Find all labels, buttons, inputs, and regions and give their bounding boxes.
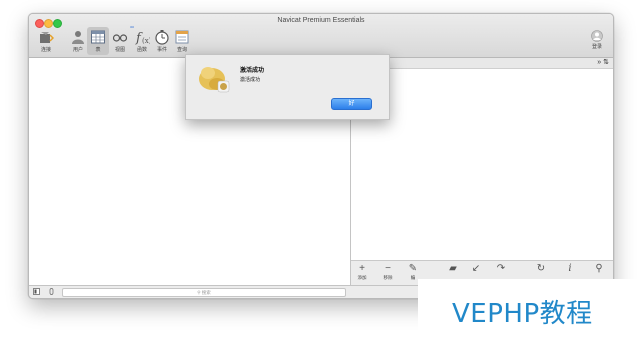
minus-icon: − (385, 263, 391, 274)
avatar-icon (591, 30, 603, 42)
toolbar-event-button[interactable]: 事件 (151, 27, 173, 55)
svg-text:(x): (x) (142, 37, 150, 45)
ok-button[interactable]: 好 (331, 98, 372, 110)
remove-button[interactable]: − 移除 (380, 262, 396, 281)
connection-icon (40, 32, 54, 43)
login-label: 登录 (591, 44, 602, 50)
function-icon: f (x) (135, 31, 150, 45)
toolbar-query-button[interactable]: 查询 (171, 27, 193, 55)
toolbar-label: 函数 (136, 47, 147, 53)
window-title: Navicat Premium Essentials (277, 17, 365, 24)
import-icon: ↙ (471, 263, 481, 274)
object-tools[interactable]: » ⇅ (597, 58, 609, 68)
object-tab-bar: 对象 » ⇅ (351, 58, 613, 69)
magnifier-icon: ⚲ (595, 263, 603, 274)
table-icon (91, 30, 105, 44)
login-button[interactable]: 登录 (587, 30, 607, 50)
toolbar-function-button[interactable]: f (x) 函数 (131, 27, 153, 55)
info-button[interactable]: i (562, 262, 578, 275)
edit-label: 编 (410, 275, 416, 280)
search-objects-button[interactable]: ⚲ (591, 262, 607, 275)
user-icon (72, 31, 84, 44)
share-button[interactable]: ↷ (493, 262, 509, 275)
title-bar: Navicat Premium Essentials 连接 用户 表 oo 视图… (29, 14, 613, 58)
info-icon: i (568, 263, 572, 274)
add-button[interactable]: + 添加 (354, 262, 370, 281)
plus-icon: + (359, 263, 365, 274)
toolbar-user-button[interactable]: 用户 (67, 27, 89, 55)
sidebar-toggle-icon (33, 288, 40, 295)
folder-icon: ▰ (449, 263, 457, 274)
watermark-text: VEPHP教程 (452, 299, 593, 329)
dialog-message: 激活成功 (240, 77, 261, 83)
event-clock-icon (155, 30, 169, 45)
search-placeholder: 搜索 (201, 290, 211, 295)
import-button[interactable]: ↙ (468, 262, 484, 275)
toolbar-table-button[interactable]: 表 (87, 27, 109, 55)
toolbar-label: 用户 (72, 47, 83, 53)
search-input[interactable]: ⚲ 搜索 (62, 288, 346, 297)
add-label: 添加 (357, 275, 367, 280)
sidebar-toggle-button[interactable] (33, 288, 40, 295)
open-folder-button[interactable]: ▰ (445, 262, 461, 275)
remove-label: 移除 (383, 275, 393, 280)
toolbar-label: 查询 (176, 47, 187, 53)
refresh-icon: ↻ (536, 263, 546, 274)
pencil-icon: ✎ (408, 263, 418, 274)
refresh-button[interactable]: ↻ (533, 262, 549, 275)
toolbar-label: 表 (95, 47, 101, 53)
toolbar-label: 事件 (156, 47, 167, 53)
toolbar-label: 视图 (114, 47, 125, 53)
toolbar-label: 连接 (40, 47, 51, 53)
navicat-app-icon (199, 67, 230, 93)
toolbar-view-button[interactable]: oo 视图 (109, 25, 134, 55)
activation-dialog: 激活成功 激活成功 好 (185, 54, 390, 120)
object-pane: 对象 » ⇅ + 添加 − 移除 ✎ 编 ▰ ↙ ↷ (351, 58, 613, 286)
watermark: VEPHP教程 (418, 279, 640, 337)
share-icon: ↷ (496, 263, 506, 274)
query-icon (175, 30, 189, 44)
dialog-title: 激活成功 (240, 68, 265, 74)
view-icon (112, 34, 128, 42)
filter-button[interactable] (49, 288, 54, 295)
toolbar-connection-button[interactable]: 连接 (35, 27, 57, 55)
filter-icon (49, 288, 54, 295)
